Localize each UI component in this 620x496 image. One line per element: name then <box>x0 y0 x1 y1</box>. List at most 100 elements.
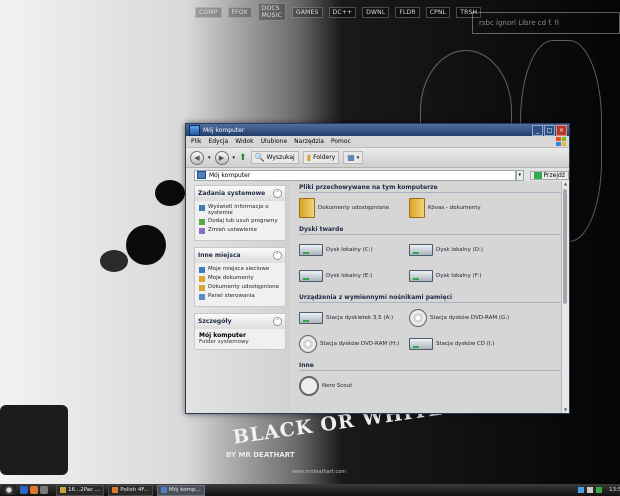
other-places-header[interactable]: Inne miejsca ˄ <box>195 248 285 263</box>
windows-logo-icon <box>556 137 566 146</box>
place-link[interactable]: Panel sterowania <box>199 293 281 300</box>
drive-item[interactable]: Dysk lokalny (C:) <box>299 239 405 261</box>
clock[interactable]: 13:56 <box>609 487 620 493</box>
toolbar: ◀ ▾ ▶ ▾ ⬆ 🔍 Wyszukaj ▮ Foldery ▦ ▾ <box>186 148 569 168</box>
search-icon: 🔍 <box>254 153 265 162</box>
details-header[interactable]: Szczegóły ˄ <box>195 314 285 329</box>
menu-edit[interactable]: Edycja <box>208 138 228 145</box>
drive-item[interactable]: Dysk lokalny (D:) <box>409 239 515 261</box>
top-link[interactable]: GAMES <box>292 6 323 18</box>
window-title: Mój komputer <box>203 126 245 134</box>
scroll-down-icon[interactable]: ▼ <box>562 407 569 413</box>
drive-item[interactable]: Stacja dyskietek 3,5 (A:) <box>299 307 405 329</box>
media-icon[interactable] <box>40 486 48 494</box>
browser-icon[interactable] <box>20 486 28 494</box>
item-label: Stacja dysków CD (I:) <box>436 341 495 347</box>
taskbar-button-browser[interactable]: Polish 4F... <box>108 484 153 496</box>
back-dropdown-icon[interactable]: ▾ <box>208 155 211 161</box>
search-button[interactable]: 🔍 Wyszukaj <box>250 151 299 164</box>
dvd-drive-icon <box>299 335 317 353</box>
volume-tray-icon[interactable] <box>587 487 593 493</box>
top-link[interactable]: FFOX <box>227 6 252 18</box>
scroll-up-icon[interactable]: ▲ <box>562 181 569 187</box>
drive-item[interactable]: Stacja dysków DVD-RAM (H:) <box>299 333 405 355</box>
forward-button[interactable]: ▶ <box>214 150 229 165</box>
place-label: Dokumenty udostępnione <box>208 284 279 290</box>
quick-launch <box>20 486 48 494</box>
back-button[interactable]: ◀ <box>190 150 204 165</box>
maximize-button[interactable]: □ <box>544 124 555 136</box>
address-field[interactable]: Mój komputer <box>194 169 516 181</box>
views-button[interactable]: ▦ ▾ <box>343 151 364 164</box>
top-link[interactable]: FLDR <box>395 6 420 18</box>
top-link[interactable]: DC++ <box>328 6 357 18</box>
drive-item[interactable]: Stacja dysków DVD-RAM (G:) <box>409 307 515 329</box>
taskbar-button-my-computer[interactable]: Mój komp... <box>156 484 205 496</box>
place-link[interactable]: Moje dokumenty <box>199 275 281 282</box>
antivirus-tray-icon[interactable] <box>596 487 602 493</box>
firefox-icon[interactable] <box>30 486 38 494</box>
vertical-scrollbar[interactable]: ▲ ▼ <box>561 181 569 413</box>
shared-docs-icon <box>199 285 205 291</box>
folder-icon <box>409 198 425 218</box>
scroll-thumb[interactable] <box>563 189 567 304</box>
menu-help[interactable]: Pomoc <box>331 138 351 145</box>
close-button[interactable]: × <box>556 124 567 136</box>
forward-dropdown-icon[interactable]: ▾ <box>233 155 236 161</box>
folder-item[interactable]: Kövas - dokumenty <box>409 197 515 219</box>
rainmeter-search[interactable]: rsbc ignorl Libre cd f. fi <box>472 12 620 34</box>
system-tasks-panel: Zadania systemowe ˄ Wyświetl informacje … <box>194 185 286 241</box>
place-link[interactable]: Moje miejsca sieciowe <box>199 266 281 273</box>
window-controls: _ □ × <box>532 124 567 136</box>
task-link[interactable]: Dodaj lub usuń programy <box>199 218 281 225</box>
up-folder-icon[interactable]: ⬆ <box>239 153 247 163</box>
hard-disk-icon <box>299 270 323 282</box>
address-dropdown-icon[interactable]: ▾ <box>516 169 524 181</box>
back-arrow-icon: ◀ <box>194 153 200 162</box>
top-link[interactable]: DOCS MUSIC <box>257 3 287 21</box>
task-link[interactable]: Wyświetl informacje o systemie <box>199 204 281 216</box>
drive-item[interactable]: Stacja dysków CD (I:) <box>409 333 515 355</box>
place-link[interactable]: Dokumenty udostępnione <box>199 284 281 291</box>
computer-icon <box>197 171 206 179</box>
start-button[interactable] <box>2 485 16 495</box>
top-link[interactable]: CPNL <box>425 6 451 18</box>
menu-view[interactable]: Widok <box>235 138 253 145</box>
details-title: Szczegóły <box>198 318 232 325</box>
documents-icon <box>199 276 205 282</box>
top-link[interactable]: COMP <box>195 6 222 18</box>
section-stored-files: Pliki przechowywane na tym komputerze <box>299 184 563 193</box>
task-link[interactable]: Zmień ustawienie <box>199 227 281 234</box>
menu-file[interactable]: Plik <box>191 138 201 145</box>
taskbar-label: Mój komp... <box>168 487 201 493</box>
my-computer-window: Mój komputer _ □ × Plik Edycja Widok Ulu… <box>185 123 570 414</box>
menu-favorites[interactable]: Ulubione <box>261 138 288 145</box>
folder-item[interactable]: Dokumenty udostępnione <box>299 197 405 219</box>
collapse-icon[interactable]: ˄ <box>273 189 282 198</box>
folders-button[interactable]: ▮ Foldery <box>302 151 340 164</box>
drive-item[interactable]: Dysk lokalny (E:) <box>299 265 405 287</box>
go-button[interactable]: Przejdź <box>529 170 569 180</box>
system-info-icon <box>199 205 205 211</box>
wallpaper-author: BY MR DEATHART <box>226 451 295 459</box>
task-label: Zmień ustawienie <box>208 227 257 233</box>
taskbar-button-music[interactable]: 16...2Pac ... <box>56 484 105 496</box>
wallpaper-url: www.mrdeathart.com <box>292 469 347 475</box>
hard-disk-icon <box>409 270 433 282</box>
details-name: Mój komputer <box>199 332 246 339</box>
system-tasks-header[interactable]: Zadania systemowe ˄ <box>195 186 285 201</box>
collapse-icon[interactable]: ˄ <box>273 251 282 260</box>
nero-scout-item[interactable]: Nero Scout <box>299 375 405 397</box>
cd-drive-icon <box>409 338 433 350</box>
minimize-button[interactable]: _ <box>532 124 543 136</box>
window-titlebar[interactable]: Mój komputer _ □ × <box>186 124 569 136</box>
dvd-drive-icon <box>409 309 427 327</box>
drive-item[interactable]: Dysk lokalny (F:) <box>409 265 515 287</box>
ink-blot <box>155 180 185 206</box>
top-link[interactable]: DWNL <box>362 6 390 18</box>
menu-tools[interactable]: Narzędzia <box>294 138 324 145</box>
collapse-icon[interactable]: ˄ <box>273 317 282 326</box>
network-tray-icon[interactable] <box>578 487 584 493</box>
folder-icon: ▮ <box>306 153 312 162</box>
item-label: Stacja dysków DVD-RAM (H:) <box>320 341 400 347</box>
